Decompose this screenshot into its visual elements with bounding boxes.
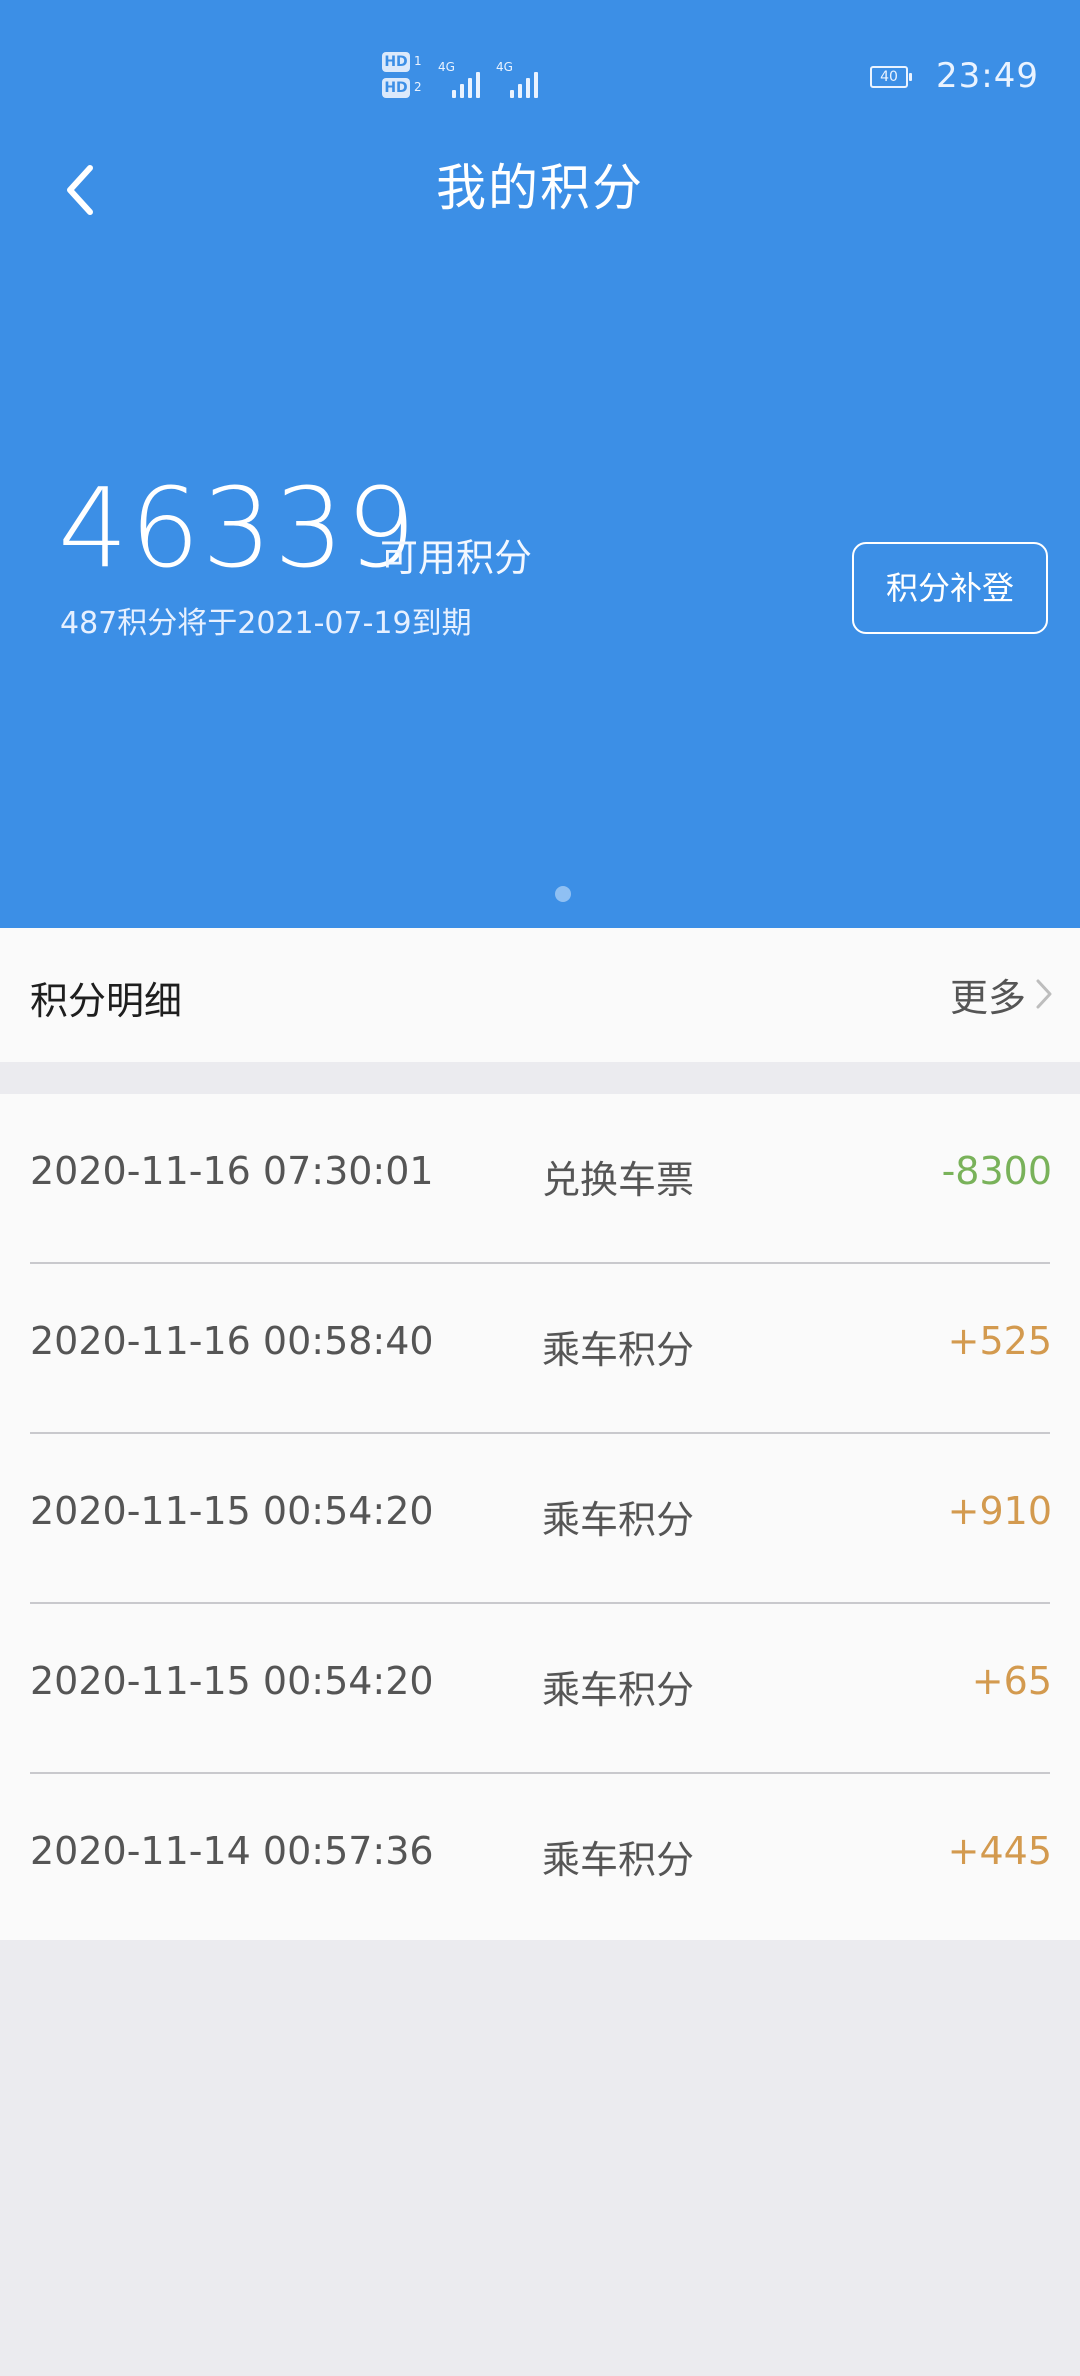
- record-type: 乘车积分: [542, 1838, 695, 1882]
- record-row[interactable]: 2020-11-14 00:57:36 乘车积分 +445: [0, 1774, 1080, 1944]
- points-detail-title: 积分明细: [30, 979, 183, 1023]
- record-type: 乘车积分: [542, 1668, 695, 1712]
- record-row[interactable]: 2020-11-15 00:54:20 乘车积分 +910: [0, 1434, 1080, 1604]
- more-link[interactable]: 更多: [950, 966, 1054, 1022]
- points-detail-header: 积分明细 更多: [0, 928, 1080, 1062]
- record-time: 2020-11-16 07:30:01: [30, 1149, 434, 1193]
- sim1-number: 1: [414, 54, 422, 68]
- sim2-number: 2: [414, 80, 422, 94]
- record-amount: -8300: [941, 1149, 1052, 1193]
- signal-bars-icon: [510, 72, 538, 98]
- record-type: 乘车积分: [542, 1498, 695, 1542]
- hd-badge-sim2: HD: [382, 78, 410, 98]
- record-time: 2020-11-15 00:54:20: [30, 1659, 434, 1703]
- record-type: 兑换车票: [542, 1158, 695, 1202]
- record-type: 乘车积分: [542, 1328, 695, 1372]
- points-expiry-note: 487积分将于2021-07-19到期: [60, 606, 472, 641]
- available-points-label: 可用积分: [380, 536, 533, 580]
- record-time: 2020-11-14 00:57:36: [30, 1829, 434, 1873]
- record-amount: +910: [947, 1489, 1052, 1533]
- sim-indicators: HD 1 HD 2: [382, 52, 422, 104]
- points-header-panel: HD 1 HD 2 4G 4G 40 23:49 我的积分 46339 可用积分…: [0, 0, 1080, 928]
- carousel-indicator-dot: [555, 886, 571, 902]
- record-amount: +525: [947, 1319, 1052, 1363]
- points-supplement-button[interactable]: 积分补登: [852, 542, 1048, 634]
- status-time: 23:49: [936, 56, 1039, 96]
- record-time: 2020-11-15 00:54:20: [30, 1489, 434, 1533]
- available-points-value: 46339: [58, 464, 418, 592]
- record-row[interactable]: 2020-11-15 00:54:20 乘车积分 +65: [0, 1604, 1080, 1774]
- hd-badge-sim1: HD: [382, 52, 410, 72]
- points-screen: HD 1 HD 2 4G 4G 40 23:49 我的积分 46339 可用积分…: [0, 0, 1080, 2376]
- points-record-list: 2020-11-16 07:30:01 兑换车票 -8300 2020-11-1…: [0, 1094, 1080, 1940]
- chevron-right-icon: [1036, 979, 1052, 1009]
- status-bar: HD 1 HD 2 4G 4G 40 23:49: [0, 0, 1080, 150]
- record-amount: +65: [971, 1659, 1052, 1703]
- signal-bars-icon: [452, 72, 480, 98]
- record-amount: +445: [947, 1829, 1052, 1873]
- more-label: 更多: [949, 975, 1026, 1020]
- page-title: 我的积分: [436, 159, 644, 217]
- record-row[interactable]: 2020-11-16 00:58:40 乘车积分 +525: [0, 1264, 1080, 1434]
- battery-icon: 40: [870, 66, 912, 88]
- record-time: 2020-11-16 00:58:40: [30, 1319, 434, 1363]
- record-row[interactable]: 2020-11-16 07:30:01 兑换车票 -8300: [0, 1094, 1080, 1264]
- battery-level: 40: [880, 69, 898, 85]
